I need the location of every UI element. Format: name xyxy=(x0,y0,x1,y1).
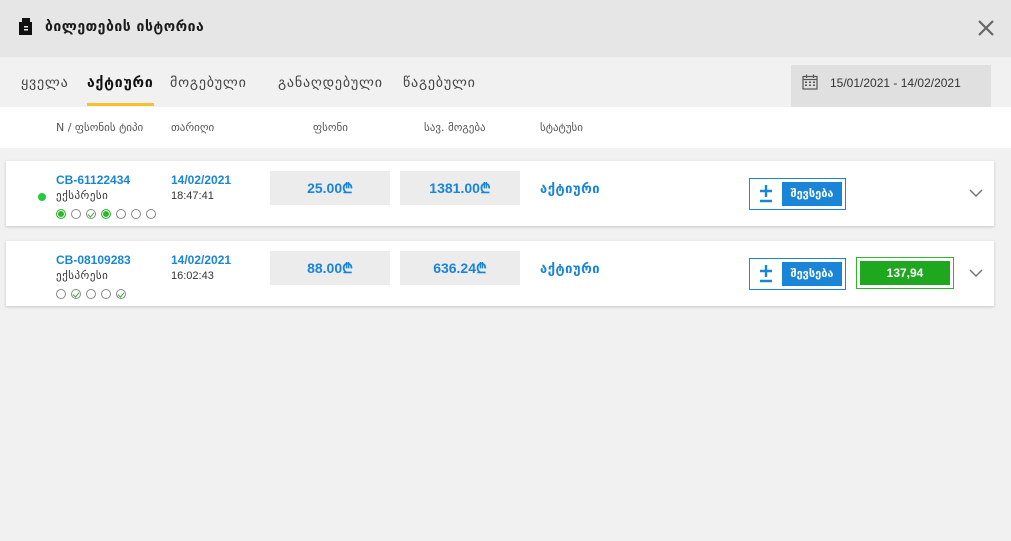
tab-cashed-out[interactable]: განაღდებული xyxy=(278,75,383,107)
add-selection-button[interactable]: შევსება xyxy=(749,178,846,210)
selection-status-icon xyxy=(146,209,156,219)
potential-win-amount: 636.24₾ xyxy=(400,251,520,285)
potential-win-amount: 1381.00₾ xyxy=(400,171,520,205)
selection-status-icon xyxy=(86,209,96,219)
selection-status-icon xyxy=(71,209,81,219)
column-stake: ფსონი xyxy=(313,121,348,134)
ticket-card[interactable]: CB-61122434 ექსპრესი 14/02/2021 18:47:41… xyxy=(6,161,994,226)
tab-all[interactable]: ყველა xyxy=(21,75,69,107)
ticket-status: აქტიური xyxy=(540,262,601,277)
chevron-down-icon[interactable] xyxy=(969,268,983,278)
ticket-status: აქტიური xyxy=(540,182,601,197)
ticket-date: 14/02/2021 xyxy=(171,253,232,267)
modal-header: ბილეთების ისტორია xyxy=(0,0,1011,57)
tab-lost[interactable]: წაგებული xyxy=(403,75,476,107)
ticket-card[interactable]: CB-08109283 ექსპრესი 14/02/2021 16:02:43… xyxy=(6,241,994,306)
cashout-amount: 137,94 xyxy=(860,261,950,285)
ticket-id[interactable]: CB-61122434 xyxy=(56,173,130,187)
column-potential-win: სავ. მოგება xyxy=(424,121,486,134)
ticket-time: 18:47:41 xyxy=(171,190,214,202)
ticket-time: 16:02:43 xyxy=(171,270,214,282)
date-range-picker[interactable]: 15/01/2021 - 14/02/2021 xyxy=(791,65,991,107)
selection-status-icon xyxy=(86,289,96,299)
live-status-dot xyxy=(38,193,46,201)
chevron-down-icon[interactable] xyxy=(969,188,983,198)
selection-status-icon xyxy=(101,209,111,219)
tab-active[interactable]: აქტიური xyxy=(87,75,154,107)
ticket-type: ექსპრესი xyxy=(56,269,109,282)
plus-minus-icon xyxy=(760,265,772,283)
column-number-type: N / ფსონის ტიპი xyxy=(56,121,144,134)
ticket-icon xyxy=(19,18,32,35)
tab-won[interactable]: მოგებული xyxy=(170,75,247,107)
ticket-type: ექსპრესი xyxy=(56,189,109,202)
table-header: N / ფსონის ტიპი თარიღი ფსონი სავ. მოგება… xyxy=(0,107,1011,148)
date-range-text: 15/01/2021 - 14/02/2021 xyxy=(830,76,961,90)
modal-title: ბილეთების ისტორია xyxy=(45,19,205,35)
selection-status-icon xyxy=(71,289,81,299)
selection-status-icon xyxy=(116,289,126,299)
add-selection-label: შევსება xyxy=(782,262,842,286)
ticket-id[interactable]: CB-08109283 xyxy=(56,253,131,267)
selection-status-icon xyxy=(131,209,141,219)
stake-amount: 25.00₾ xyxy=(270,171,390,205)
column-date: თარიღი xyxy=(171,121,215,134)
ticket-date: 14/02/2021 xyxy=(171,173,232,187)
selection-status-icon xyxy=(56,289,66,299)
plus-minus-icon xyxy=(760,185,772,203)
selection-status-icon xyxy=(116,209,126,219)
stake-amount: 88.00₾ xyxy=(270,251,390,285)
column-status: სტატუსი xyxy=(540,121,583,134)
calendar-icon xyxy=(802,74,818,90)
selection-status-icon xyxy=(56,209,66,219)
close-icon[interactable] xyxy=(976,18,996,38)
add-selection-label: შევსება xyxy=(782,182,842,206)
cashout-button[interactable]: 137,94 xyxy=(856,257,954,289)
selection-status-icon xyxy=(101,289,111,299)
add-selection-button[interactable]: შევსება xyxy=(749,258,846,290)
